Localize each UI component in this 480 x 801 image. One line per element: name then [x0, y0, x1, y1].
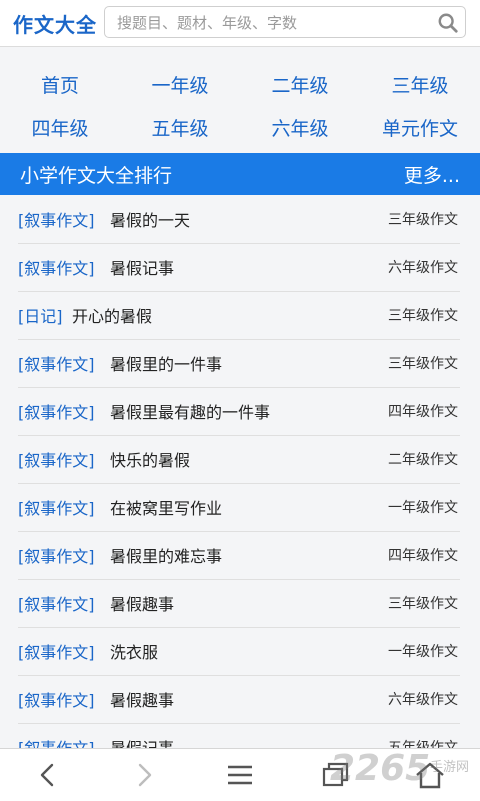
- item-category[interactable]: [日记]: [18, 303, 63, 327]
- site-watermark: 2265 手游网: [330, 748, 480, 800]
- search-icon[interactable]: [437, 12, 459, 34]
- item-category[interactable]: [叙事作文]: [18, 447, 95, 471]
- watermark-site: 手游网: [430, 760, 470, 775]
- list-item[interactable]: [日记] 开心的暑假 三年级作文: [18, 291, 460, 340]
- nav-item-grade-5[interactable]: 五年级: [120, 114, 240, 141]
- list-item[interactable]: [叙事作文] 快乐的暑假 二年级作文: [18, 435, 460, 484]
- nav-item-unit-essay[interactable]: 单元作文: [360, 114, 480, 141]
- item-category[interactable]: [叙事作文]: [18, 543, 95, 567]
- item-title[interactable]: 暑假里的难忘事: [110, 543, 222, 567]
- item-category[interactable]: [叙事作文]: [18, 687, 95, 711]
- item-grade: 三年级作文: [388, 596, 458, 612]
- item-grade: 一年级作文: [388, 500, 458, 516]
- list-item[interactable]: [叙事作文] 暑假里的一件事 三年级作文: [18, 339, 460, 388]
- item-grade: 六年级作文: [388, 692, 458, 708]
- item-category[interactable]: [叙事作文]: [18, 399, 95, 423]
- item-grade: 四年级作文: [388, 548, 458, 564]
- list-item[interactable]: [叙事作文] 在被窝里写作业 一年级作文: [18, 483, 460, 532]
- item-grade: 三年级作文: [388, 212, 458, 228]
- nav-item-grade-3[interactable]: 三年级: [360, 71, 480, 98]
- item-grade: 三年级作文: [388, 308, 458, 324]
- list-item[interactable]: [叙事作文] 洗衣服 一年级作文: [18, 627, 460, 676]
- back-icon[interactable]: [32, 759, 64, 791]
- item-category[interactable]: [叙事作文]: [18, 735, 95, 748]
- item-category[interactable]: [叙事作文]: [18, 639, 95, 663]
- item-title[interactable]: 暑假记事: [110, 255, 174, 279]
- search-box[interactable]: [104, 6, 466, 38]
- app-logo[interactable]: 作文大全: [13, 9, 97, 38]
- item-category[interactable]: [叙事作文]: [18, 495, 95, 519]
- header: 作文大全: [0, 0, 480, 47]
- section-title: 小学作文大全排行: [20, 165, 173, 187]
- item-category[interactable]: [叙事作文]: [18, 255, 95, 279]
- item-title[interactable]: 暑假里最有趣的一件事: [110, 399, 270, 423]
- item-category[interactable]: [叙事作文]: [18, 351, 95, 375]
- nav-item-home[interactable]: 首页: [0, 71, 120, 98]
- item-title[interactable]: 暑假趣事: [110, 591, 174, 615]
- item-grade: 三年级作文: [388, 356, 458, 372]
- menu-icon[interactable]: [224, 759, 256, 791]
- item-grade: 一年级作文: [388, 644, 458, 660]
- forward-icon[interactable]: [128, 759, 160, 791]
- nav-item-grade-4[interactable]: 四年级: [0, 114, 120, 141]
- list-item[interactable]: [叙事作文] 暑假趣事 六年级作文: [18, 675, 460, 724]
- item-title[interactable]: 在被窝里写作业: [110, 495, 222, 519]
- item-title[interactable]: 暑假趣事: [110, 687, 174, 711]
- item-grade: 四年级作文: [388, 404, 458, 420]
- item-grade: 六年级作文: [388, 260, 458, 276]
- search-input[interactable]: [115, 11, 429, 35]
- item-title[interactable]: 快乐的暑假: [110, 447, 190, 471]
- list-item[interactable]: [叙事作文] 暑假趣事 三年级作文: [18, 579, 460, 628]
- list-item[interactable]: [叙事作文] 暑假记事 六年级作文: [18, 243, 460, 292]
- list-item[interactable]: [叙事作文] 暑假里的难忘事 四年级作文: [18, 531, 460, 580]
- item-category[interactable]: [叙事作文]: [18, 591, 95, 615]
- item-grade: 二年级作文: [388, 452, 458, 468]
- ranking-section-header: 小学作文大全排行 更多...: [0, 153, 480, 195]
- nav-item-grade-1[interactable]: 一年级: [120, 71, 240, 98]
- nav-item-grade-2[interactable]: 二年级: [240, 71, 360, 98]
- item-title[interactable]: 暑假里的一件事: [110, 351, 222, 375]
- item-category[interactable]: [叙事作文]: [18, 207, 95, 231]
- item-title[interactable]: 暑假记事: [110, 735, 174, 748]
- watermark-number: 2265: [330, 748, 431, 789]
- list-item[interactable]: [叙事作文] 暑假的一天 三年级作文: [18, 195, 460, 244]
- nav-item-grade-6[interactable]: 六年级: [240, 114, 360, 141]
- item-title[interactable]: 开心的暑假: [72, 303, 152, 327]
- item-grade: 五年级作文: [388, 740, 458, 748]
- essay-list: [叙事作文] 暑假的一天 三年级作文 [叙事作文] 暑假记事 六年级作文 [日记…: [0, 195, 480, 748]
- list-item[interactable]: [叙事作文] 暑假里最有趣的一件事 四年级作文: [18, 387, 460, 436]
- grade-nav: 首页 一年级 二年级 三年级 四年级 五年级 六年级 单元作文: [0, 63, 480, 149]
- list-item[interactable]: [叙事作文] 暑假记事 五年级作文: [18, 723, 460, 748]
- more-link[interactable]: 更多...: [404, 161, 460, 188]
- item-title[interactable]: 暑假的一天: [110, 207, 190, 231]
- item-title[interactable]: 洗衣服: [110, 639, 158, 663]
